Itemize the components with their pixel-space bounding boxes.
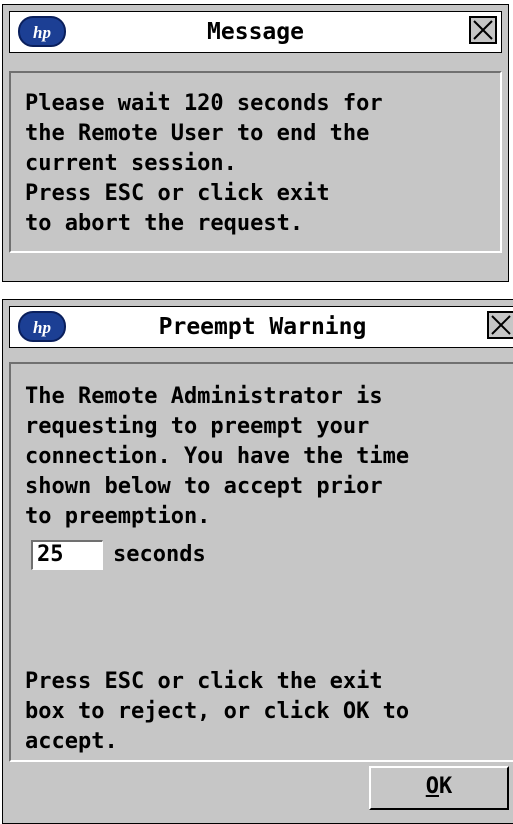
ok-button[interactable]: OK — [369, 766, 509, 810]
preempt-line: requesting to preempt your — [25, 414, 370, 439]
preempt-instructions: Press ESC or click the exit box to reject… — [25, 667, 409, 757]
message-titlebar: hp Message — [9, 11, 502, 53]
preempt-warning-dialog: hp Preempt Warning The Remote Administra… — [2, 299, 513, 824]
ok-label-rest: K — [439, 774, 453, 799]
instruction-line: Press ESC or click the exit — [25, 669, 383, 694]
message-line: Please wait 120 seconds for — [25, 91, 383, 116]
preempt-line: shown below to accept prior — [25, 474, 383, 499]
countdown-unit: seconds — [113, 542, 206, 567]
preempt-line: connection. You have the time — [25, 444, 410, 469]
close-icon[interactable] — [469, 16, 497, 44]
preempt-line: to preemption. — [25, 504, 211, 529]
preempt-message: The Remote Administrator is requesting to… — [25, 382, 409, 532]
message-dialog: hp Message Please wait 120 seconds for th… — [2, 4, 509, 282]
message-text: Please wait 120 seconds for the Remote Us… — [25, 89, 383, 239]
message-title: Message — [207, 19, 304, 45]
instruction-line: box to reject, or click OK to — [25, 699, 410, 724]
close-icon[interactable] — [487, 311, 513, 339]
preempt-line: The Remote Administrator is — [25, 384, 383, 409]
preempt-titlebar: hp Preempt Warning — [9, 306, 513, 348]
message-line: the Remote User to end the — [25, 121, 370, 146]
instruction-line: accept. — [25, 729, 118, 754]
countdown-field: 25 — [31, 540, 103, 570]
message-line: to abort the request. — [25, 211, 304, 236]
ok-mnemonic: O — [425, 774, 439, 799]
message-line: Press ESC or click exit — [25, 181, 330, 206]
message-line: current session. — [25, 151, 237, 176]
preempt-panel: The Remote Administrator is requesting to… — [9, 362, 513, 762]
message-panel: Please wait 120 seconds for the Remote Us… — [9, 71, 502, 253]
preempt-title: Preempt Warning — [158, 314, 367, 340]
